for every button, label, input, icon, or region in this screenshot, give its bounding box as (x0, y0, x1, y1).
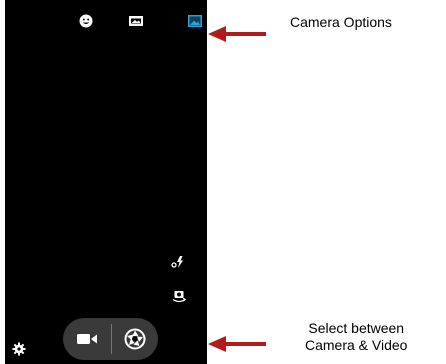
switch-camera-icon[interactable] (172, 289, 187, 303)
mode-select-line-2: Camera & Video (305, 337, 408, 353)
camera-viewfinder (5, 0, 207, 364)
mode-select-arrow (208, 336, 266, 352)
mode-select-line-1: Select between (308, 320, 405, 336)
mode-switcher (63, 318, 158, 360)
camera-options-arrow (208, 26, 266, 42)
shutter-button[interactable] (111, 318, 158, 360)
mode-select-label: Select between Camera & Video (305, 320, 407, 354)
video-mode-button[interactable] (63, 318, 110, 360)
flash-auto-icon[interactable] (171, 255, 185, 269)
camera-options-label: Camera Options (290, 14, 392, 30)
face-detection-icon[interactable] (78, 13, 94, 29)
gallery-icon[interactable] (187, 13, 203, 29)
gear-icon[interactable] (12, 342, 26, 356)
panorama-icon[interactable] (128, 13, 144, 29)
